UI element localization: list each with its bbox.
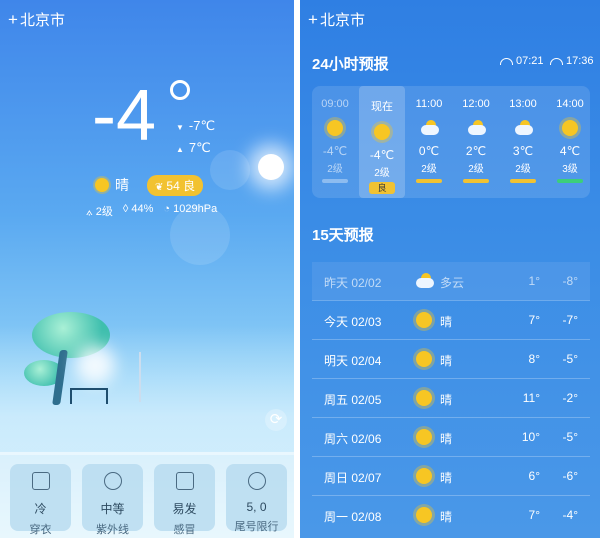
sun-icon bbox=[103, 472, 122, 490]
humidity-info: ◊ 44% bbox=[122, 203, 154, 215]
medicine-icon bbox=[175, 472, 194, 490]
partly-cloudy-icon bbox=[421, 120, 439, 136]
life-index-bar: 冷 穿衣 中等 紫外线 易发 感冒 5, 0 尾号限行 bbox=[0, 452, 294, 538]
current-weather-panel: + 北京市 -4 ▼ -7℃ ▲ 7℃ 晴 ❦ 54 良 ⟑ 2级 ◊ 44% ◔ 10… bbox=[0, 0, 294, 538]
wind-info: ⟑ 2级 bbox=[86, 206, 113, 218]
sunset-info: 17:36 bbox=[550, 55, 594, 67]
hour-item: 14:00 4℃ 3级 bbox=[547, 86, 593, 198]
city-selector[interactable]: + 北京市 bbox=[308, 9, 365, 30]
day-row[interactable]: 周五 02/05 晴 11° -2° bbox=[312, 378, 590, 417]
light-bokeh bbox=[210, 150, 250, 190]
life-card-cold[interactable]: 易发 感冒 bbox=[154, 464, 215, 536]
city-name: 北京市 bbox=[319, 12, 365, 29]
partly-cloudy-icon bbox=[468, 120, 486, 136]
hour-item: 09:00 -4℃ 2级 bbox=[312, 86, 358, 198]
hourly-title: 24小时预报 bbox=[312, 56, 389, 73]
day-row[interactable]: 明天 02/04 晴 8° -5° bbox=[312, 339, 590, 378]
refresh-icon: ⟳ bbox=[269, 411, 283, 428]
city-name: 北京市 bbox=[19, 12, 65, 29]
sun-icon bbox=[416, 312, 432, 328]
high-temp: ▼ -7℃ bbox=[176, 118, 216, 133]
sun-icon bbox=[562, 120, 578, 136]
forecast-panel: + 北京市 24小时预报 07:21 17:36 09:00 -4℃ 2级 现在 … bbox=[300, 0, 600, 538]
hourly-forecast[interactable]: 09:00 -4℃ 2级 现在 -4℃ 2级 良 11:00 0℃ 2级 12:… bbox=[312, 86, 590, 198]
day-row[interactable]: 今天 02/03 晴 7° -7° bbox=[312, 300, 590, 339]
sunset-icon bbox=[550, 57, 563, 65]
sun-icon bbox=[416, 507, 432, 523]
humidity-icon: ◊ bbox=[122, 203, 129, 215]
hour-item: 11:00 0℃ 2级 bbox=[406, 86, 452, 198]
sun-icon bbox=[416, 351, 432, 367]
low-temp: ▲ 7℃ bbox=[176, 140, 211, 155]
add-city-icon[interactable]: + bbox=[8, 10, 18, 29]
scene-glow bbox=[75, 345, 115, 385]
street-lamp bbox=[139, 352, 141, 402]
city-selector[interactable]: + 北京市 bbox=[8, 9, 65, 30]
hour-item-now: 现在 -4℃ 2级 良 bbox=[359, 86, 405, 198]
pressure-info: ◔ 1029hPa bbox=[163, 203, 218, 215]
sun-icon bbox=[374, 124, 390, 140]
partly-cloudy-icon bbox=[416, 273, 434, 289]
sunny-icon bbox=[95, 178, 109, 192]
no-entry-icon bbox=[247, 472, 266, 490]
current-temperature: -4 bbox=[92, 76, 157, 156]
hour-item: 13:00 3℃ 2级 bbox=[500, 86, 546, 198]
sun-icon bbox=[416, 468, 432, 484]
shirt-icon bbox=[31, 472, 50, 490]
day-row[interactable]: 周六 02/06 晴 10° -5° bbox=[312, 417, 590, 456]
hour-item: 12:00 2℃ 2级 bbox=[453, 86, 499, 198]
leaf-icon: ❦ bbox=[155, 181, 164, 193]
life-card-traffic[interactable]: 5, 0 尾号限行 bbox=[226, 464, 287, 533]
aqi-pill: 良 bbox=[369, 182, 395, 194]
degree-symbol bbox=[170, 80, 190, 100]
bench-illustration bbox=[70, 388, 108, 404]
refresh-button[interactable]: ⟳ bbox=[265, 409, 287, 431]
life-card-uv[interactable]: 中等 紫外线 bbox=[82, 464, 143, 536]
sunrise-icon bbox=[500, 57, 513, 65]
wind-icon: ⟑ bbox=[86, 206, 93, 218]
weather-meta: ⟑ 2级 ◊ 44% ◔ 1029hPa bbox=[86, 203, 217, 219]
sun-icon bbox=[416, 390, 432, 406]
day-row[interactable]: 周一 02/08 晴 7° -4° bbox=[312, 495, 590, 534]
day-row[interactable]: 昨天 02/02 多云 1° -8° bbox=[312, 262, 590, 300]
partly-cloudy-icon bbox=[515, 120, 533, 136]
aqi-badge[interactable]: ❦ 54 良 bbox=[147, 174, 204, 196]
daily-title: 15天预报 bbox=[312, 227, 374, 244]
sun-decoration bbox=[258, 154, 284, 180]
pressure-icon: ◔ bbox=[163, 203, 171, 215]
condition-row: 晴 ❦ 54 良 bbox=[95, 174, 204, 196]
condition-text: 晴 bbox=[115, 177, 129, 193]
sunrise-info: 07:21 bbox=[500, 55, 544, 67]
day-row[interactable]: 周日 02/07 晴 6° -6° bbox=[312, 456, 590, 495]
sun-icon bbox=[327, 120, 343, 136]
daily-forecast-list[interactable]: 昨天 02/02 多云 1° -8° 今天 02/03 晴 7° -7° 明天 … bbox=[312, 262, 590, 534]
life-card-clothing[interactable]: 冷 穿衣 bbox=[10, 464, 71, 536]
add-city-icon[interactable]: + bbox=[308, 10, 318, 29]
sun-icon bbox=[416, 429, 432, 445]
